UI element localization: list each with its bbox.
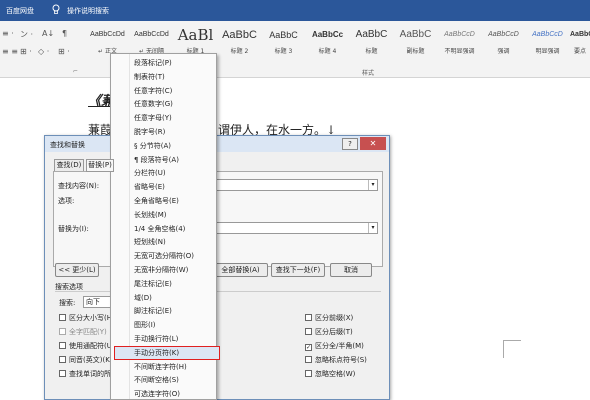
find-replace-dialog: 查找和替换 ? ✕ 查找(D) 替换(P) 查找内容(N): 收 ▾ 选项: 向… — [44, 135, 390, 400]
checkbox-box[interactable] — [59, 328, 66, 335]
page-corner-mark — [503, 340, 521, 358]
less-button[interactable]: << 更少(L) — [55, 263, 99, 277]
replace-all-button[interactable]: 全部替换(A) — [213, 263, 268, 277]
menu-item-em-dash[interactable]: 长划线(M) — [111, 208, 216, 222]
menu-item-manual-page-break[interactable]: 手动分页符(K) — [114, 345, 220, 360]
checkbox-match-case[interactable]: 区分大小写(H) — [59, 313, 115, 323]
chevron-down-icon[interactable]: ▾ — [368, 223, 377, 233]
styles-group-label: 样式 — [362, 70, 375, 77]
menu-item-full-width-ellipsis[interactable]: 全角省略号(E) — [111, 194, 216, 208]
search-direction-value: 向下 — [86, 298, 100, 306]
checkbox-ignore-whitespace[interactable]: 忽略空格(W) — [305, 369, 355, 379]
menu-item-no-width-optional-break[interactable]: 无宽可选分隔符(O) — [111, 249, 216, 263]
find-next-button[interactable]: 查找下一处(F) — [271, 263, 325, 277]
checkbox-box[interactable] — [305, 328, 312, 335]
checkbox-box[interactable] — [59, 356, 66, 363]
menu-item-caret[interactable]: 脱字号(R) — [111, 125, 216, 139]
style-subtitle[interactable]: AaBbC 副标题 — [394, 24, 437, 62]
search-direction-label: 搜索: — [59, 299, 76, 307]
dialog-launcher-icon[interactable]: ⌐ — [73, 68, 78, 75]
ribbon: ≡ · ン · A↓ ¶ ≡ ≡ ⊞ · ◇ · ⊞ · ⌐ AaBbCcDd … — [0, 21, 590, 78]
checkbox-box[interactable] — [305, 356, 312, 363]
checkbox-match-prefix[interactable]: 区分前缀(X) — [305, 313, 353, 323]
checkbox-whole-word[interactable]: 全字匹配(Y) — [59, 327, 107, 337]
menu-item-any-digit[interactable]: 任意数字(G) — [111, 97, 216, 111]
menu-item-graphic[interactable]: 图形(I) — [111, 318, 216, 332]
menu-item-field[interactable]: 域(D) — [111, 291, 216, 305]
menu-item-ellipsis[interactable]: 省略号(E) — [111, 180, 216, 194]
sort-icon[interactable]: A↓ — [42, 29, 54, 38]
cancel-button[interactable]: 取消 — [330, 263, 372, 277]
menu-item-column-break[interactable]: 分栏符(U) — [111, 166, 216, 180]
menu-item-any-letter[interactable]: 任意字母(Y) — [111, 111, 216, 125]
checkbox-box[interactable] — [59, 370, 66, 377]
menu-item-nonbreaking-space[interactable]: 不间断空格(S) — [111, 373, 216, 387]
find-what-label: 查找内容(N): — [58, 182, 100, 190]
style-intense-emphasis[interactable]: AaBbCcD 明显强调 — [526, 24, 569, 62]
justify-icon[interactable]: ≡ ≡ — [2, 47, 18, 56]
replace-tab-panel: 查找内容(N): 收 ▾ 选项: 向下 替换为(I): ▾ — [53, 171, 383, 267]
checkbox-box[interactable] — [305, 314, 312, 321]
dialog-title-bar[interactable]: 查找和替换 ? ✕ — [45, 136, 389, 152]
replace-with-label: 替换为(I): — [58, 225, 89, 233]
style-title[interactable]: AaBbC 标题 — [350, 24, 393, 62]
chevron-down-icon[interactable]: ▾ — [368, 180, 377, 190]
style-strong[interactable]: AaBbCcD 要点 — [570, 24, 590, 62]
divider — [55, 291, 381, 292]
dialog-title: 查找和替换 — [50, 141, 85, 149]
app-name[interactable]: 百度网盘 — [6, 6, 34, 16]
style-heading-3[interactable]: AaBbC 标题 3 — [262, 24, 305, 62]
title-bar: 百度网盘 操作说明搜索 — [0, 0, 590, 21]
shading-icon[interactable]: ◇ · — [38, 47, 49, 56]
style-emphasis[interactable]: AaBbCcD 强调 — [482, 24, 525, 62]
menu-item-any-character[interactable]: 任意字符(C) — [111, 84, 216, 98]
style-heading-2[interactable]: AaBbC 标题 2 — [218, 24, 261, 62]
checkbox-match-suffix[interactable]: 区分后缀(T) — [305, 327, 353, 337]
close-button[interactable]: ✕ — [360, 137, 386, 150]
menu-item-footnote-mark[interactable]: 脚注标记(E) — [111, 304, 216, 318]
special-characters-menu: 段落标记(P) 制表符(T) 任意字符(C) 任意数字(G) 任意字母(Y) 脱字号(R)… — [110, 53, 220, 400]
menu-item-manual-line-break[interactable]: 手动换行符(L) — [111, 332, 216, 346]
menu-item-no-width-non-break[interactable]: 无宽非分隔符(W) — [111, 263, 216, 277]
menu-item-paragraph-character[interactable]: ¶ 段落符号(A) — [111, 153, 216, 167]
style-heading-4[interactable]: AaBbCc 标题 4 — [306, 24, 349, 62]
checkbox-box[interactable]: ✓ — [305, 344, 312, 351]
checkbox-sounds-like[interactable]: 同音(英文)(K) — [59, 355, 113, 365]
checkbox-box[interactable] — [59, 342, 66, 349]
menu-item-quarter-em-space[interactable]: 1/4 全角空格(4) — [111, 222, 216, 236]
align-icon[interactable]: ≡ · — [2, 29, 14, 38]
help-button[interactable]: ? — [342, 138, 358, 150]
tell-me-search[interactable]: 操作说明搜索 — [67, 6, 109, 16]
checkbox-box[interactable] — [305, 370, 312, 377]
tab-replace[interactable]: 替换(P) — [86, 159, 114, 172]
menu-item-nonbreaking-hyphen[interactable]: 不间断连字符(H) — [111, 360, 216, 374]
style-subtle-emphasis[interactable]: AaBbCcD 不明显强调 — [438, 24, 481, 62]
paragraph-tools: ≡ · ン · A↓ ¶ ≡ ≡ ⊞ · ◇ · ⊞ · — [0, 27, 85, 67]
menu-item-endnote-mark[interactable]: 尾注标记(E) — [111, 277, 216, 291]
checkbox-ignore-punctuation[interactable]: 忽略标点符号(S) — [305, 355, 367, 365]
indent-icon[interactable]: ン · — [20, 29, 33, 40]
options-label: 选项: — [58, 197, 75, 205]
pilcrow-icon[interactable]: ¶ — [62, 29, 67, 38]
menu-item-section-character[interactable]: § 分节符(A) — [111, 139, 216, 153]
checkbox-box[interactable] — [59, 314, 66, 321]
lightbulb-icon — [52, 4, 60, 14]
menu-item-optional-hyphen[interactable]: 可选连字符(O) — [111, 387, 216, 400]
search-direction-select[interactable]: 向下 — [83, 296, 113, 308]
line-spacing-icon[interactable]: ⊞ · — [20, 47, 32, 56]
menu-item-tab-character[interactable]: 制表符(T) — [111, 70, 216, 84]
menu-item-en-dash[interactable]: 短划线(N) — [111, 235, 216, 249]
checkbox-match-width[interactable]: ✓ 区分全/半角(M) — [305, 341, 364, 351]
borders-icon[interactable]: ⊞ · — [58, 47, 70, 56]
menu-item-paragraph-mark[interactable]: 段落标记(P) — [111, 56, 216, 70]
checkbox-wildcards[interactable]: 使用通配符(U) — [59, 341, 115, 351]
